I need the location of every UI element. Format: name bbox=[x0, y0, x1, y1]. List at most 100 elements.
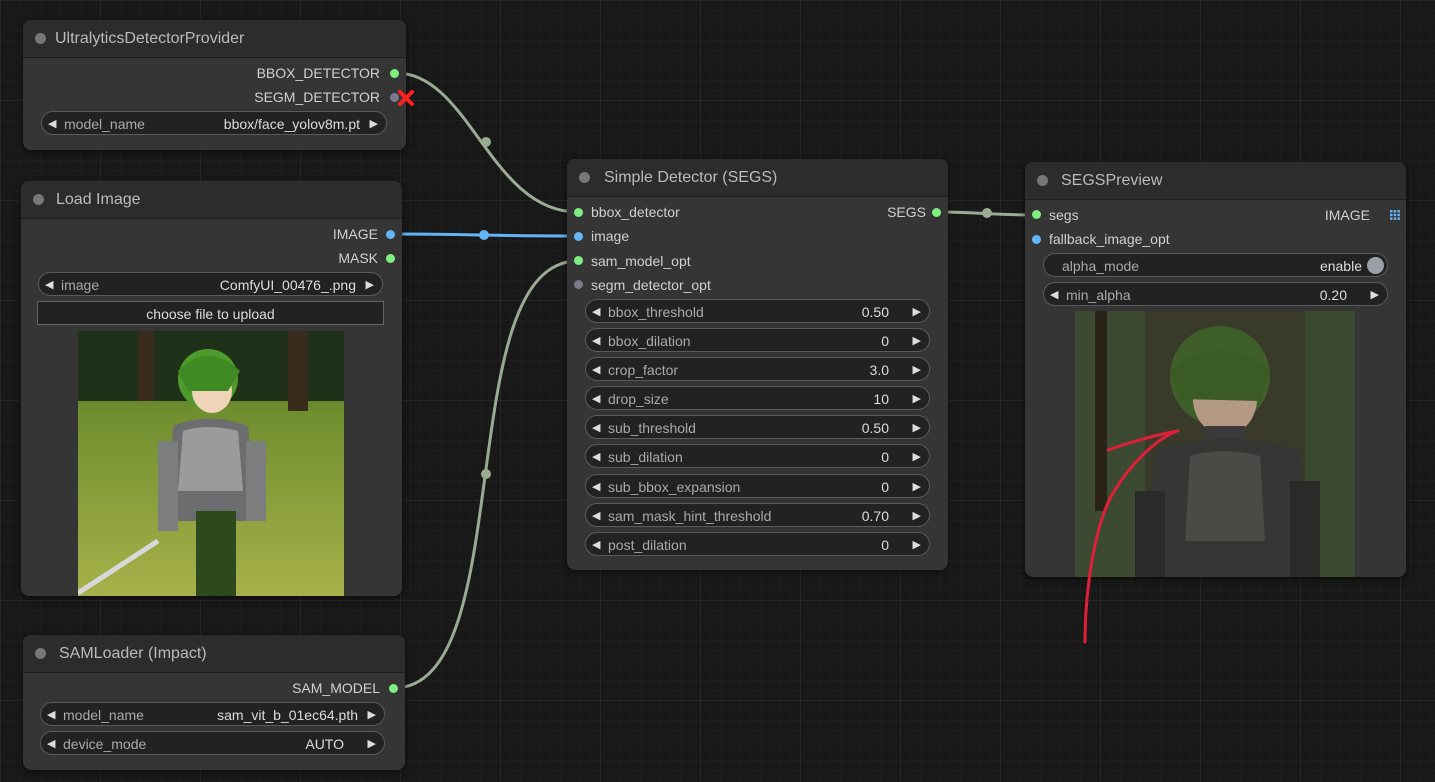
output-image[interactable]: IMAGE bbox=[333, 224, 378, 244]
increment-arrow-icon[interactable]: ▶ bbox=[370, 112, 378, 136]
widget-post-dilation[interactable]: ◀ post_dilation 0 ▶ bbox=[585, 532, 930, 556]
output-mask[interactable]: MASK bbox=[338, 248, 378, 268]
widget-drop-size[interactable]: ◀ drop_size 10 ▶ bbox=[585, 386, 930, 410]
decrement-arrow-icon[interactable]: ◀ bbox=[592, 416, 600, 440]
input-label: image bbox=[591, 228, 630, 244]
increment-arrow-icon[interactable]: ▶ bbox=[913, 445, 921, 469]
widget-sub-dilation[interactable]: ◀ sub_dilation 0 ▶ bbox=[585, 444, 930, 468]
decrement-arrow-icon[interactable]: ◀ bbox=[1050, 283, 1058, 307]
decrement-arrow-icon[interactable]: ◀ bbox=[45, 273, 53, 297]
increment-arrow-icon[interactable]: ▶ bbox=[913, 504, 921, 528]
input-bbox-detector[interactable]: bbox_detector bbox=[591, 202, 680, 222]
decrement-arrow-icon[interactable]: ◀ bbox=[592, 358, 600, 382]
link-segs-midpoint[interactable] bbox=[982, 208, 992, 218]
output-segm-detector[interactable]: SEGM_DETECTOR bbox=[254, 87, 380, 107]
node-title-bar[interactable]: Simple Detector (SEGS) bbox=[567, 159, 948, 197]
decrement-arrow-icon[interactable]: ◀ bbox=[592, 475, 600, 499]
node-title-bar[interactable]: Load Image bbox=[21, 181, 402, 219]
output-slot-icon[interactable] bbox=[389, 684, 398, 693]
link-image bbox=[390, 232, 579, 238]
input-slot-icon[interactable] bbox=[574, 256, 583, 265]
widget-crop-factor[interactable]: ◀ crop_factor 3.0 ▶ bbox=[585, 357, 930, 381]
widget-sam-mask-hint-threshold[interactable]: ◀ sam_mask_hint_threshold 0.70 ▶ bbox=[585, 503, 930, 527]
output-slot-icon[interactable] bbox=[390, 69, 399, 78]
widget-label: bbox_threshold bbox=[608, 304, 704, 320]
widget-bbox-threshold[interactable]: ◀ bbox_threshold 0.50 ▶ bbox=[585, 299, 930, 323]
output-label: SEGM_DETECTOR bbox=[254, 89, 380, 105]
widget-label: sub_threshold bbox=[608, 420, 696, 436]
input-slot-icon[interactable] bbox=[1032, 210, 1041, 219]
node-title-bar[interactable]: SAMLoader (Impact) bbox=[23, 635, 405, 673]
widget-model-name[interactable]: ◀ model_name sam_vit_b_01ec64.pth ▶ bbox=[40, 702, 385, 726]
increment-arrow-icon[interactable]: ▶ bbox=[366, 273, 374, 297]
increment-arrow-icon[interactable]: ▶ bbox=[913, 475, 921, 499]
widget-value: 0 bbox=[881, 449, 889, 465]
input-sam-model-opt[interactable]: sam_model_opt bbox=[591, 251, 691, 271]
output-slot-icon[interactable] bbox=[386, 254, 395, 263]
increment-arrow-icon[interactable]: ▶ bbox=[913, 358, 921, 382]
toggle-knob-icon[interactable] bbox=[1367, 257, 1384, 274]
output-segs[interactable]: SEGS bbox=[887, 202, 926, 222]
decrement-arrow-icon[interactable]: ◀ bbox=[48, 112, 56, 136]
link-segs bbox=[936, 210, 1038, 217]
increment-arrow-icon[interactable]: ▶ bbox=[913, 329, 921, 353]
increment-arrow-icon[interactable]: ▶ bbox=[913, 533, 921, 557]
widget-value: 3.0 bbox=[869, 362, 889, 378]
output-slot-icon[interactable] bbox=[386, 230, 395, 239]
output-slot-icon[interactable] bbox=[932, 208, 941, 217]
node-load-image[interactable]: Load Image IMAGE MASK ◀ image ComfyUI_00… bbox=[21, 181, 402, 596]
increment-arrow-icon[interactable]: ▶ bbox=[913, 387, 921, 411]
widget-alpha-mode-toggle[interactable]: alpha_mode enable bbox=[1043, 253, 1388, 277]
widget-image[interactable]: ◀ image ComfyUI_00476_.png ▶ bbox=[38, 272, 383, 296]
input-slot-icon[interactable] bbox=[1032, 235, 1041, 244]
decrement-arrow-icon[interactable]: ◀ bbox=[592, 387, 600, 411]
widget-sub-bbox-expansion[interactable]: ◀ sub_bbox_expansion 0 ▶ bbox=[585, 474, 930, 498]
widget-device-mode[interactable]: ◀ device_mode AUTO ▶ bbox=[40, 731, 385, 755]
input-segs[interactable]: segs bbox=[1049, 205, 1079, 225]
decrement-arrow-icon[interactable]: ◀ bbox=[592, 300, 600, 324]
widget-label: device_mode bbox=[63, 736, 147, 752]
widget-label: post_dilation bbox=[608, 537, 687, 553]
input-slot-icon[interactable] bbox=[574, 232, 583, 241]
increment-arrow-icon[interactable]: ▶ bbox=[1371, 283, 1379, 307]
node-title-bar[interactable]: UltralyticsDetectorProvider bbox=[23, 20, 406, 58]
output-bbox-detector[interactable]: BBOX_DETECTOR bbox=[257, 63, 380, 83]
link-sam-model-midpoint[interactable] bbox=[481, 469, 491, 479]
link-sam-model bbox=[393, 259, 579, 690]
widget-min-alpha[interactable]: ◀ min_alpha 0.20 ▶ bbox=[1043, 282, 1388, 306]
node-simple-detector[interactable]: Simple Detector (SEGS) bbox_detector ima… bbox=[567, 159, 948, 570]
increment-arrow-icon[interactable]: ▶ bbox=[913, 416, 921, 440]
output-label: SEGS bbox=[887, 204, 926, 220]
collapse-dot-icon[interactable] bbox=[1037, 175, 1048, 186]
widget-model-name[interactable]: ◀ model_name bbox/face_yolov8m.pt ▶ bbox=[41, 111, 387, 135]
input-slot-icon[interactable] bbox=[574, 208, 583, 217]
widget-bbox-dilation[interactable]: ◀ bbox_dilation 0 ▶ bbox=[585, 328, 930, 352]
input-segm-detector-opt[interactable]: segm_detector_opt bbox=[591, 275, 711, 295]
node-ultralytics-detector-provider[interactable]: UltralyticsDetectorProvider BBOX_DETECTO… bbox=[23, 20, 414, 150]
link-image-midpoint[interactable] bbox=[479, 230, 489, 240]
decrement-arrow-icon[interactable]: ◀ bbox=[592, 504, 600, 528]
decrement-arrow-icon[interactable]: ◀ bbox=[592, 445, 600, 469]
link-bbox-detector-midpoint[interactable] bbox=[481, 137, 491, 147]
increment-arrow-icon[interactable]: ▶ bbox=[368, 703, 376, 727]
decrement-arrow-icon[interactable]: ◀ bbox=[592, 329, 600, 353]
output-image[interactable]: IMAGE bbox=[1325, 205, 1370, 225]
list-output-grid-icon[interactable] bbox=[1390, 210, 1400, 220]
collapse-dot-icon[interactable] bbox=[579, 172, 590, 183]
choose-file-button[interactable]: choose file to upload bbox=[37, 301, 384, 325]
decrement-arrow-icon[interactable]: ◀ bbox=[592, 533, 600, 557]
decrement-arrow-icon[interactable]: ◀ bbox=[47, 732, 55, 756]
input-slot-icon[interactable] bbox=[574, 280, 583, 289]
collapse-dot-icon[interactable] bbox=[35, 33, 46, 44]
node-samloader[interactable]: SAMLoader (Impact) SAM_MODEL ◀ model_nam… bbox=[23, 635, 405, 770]
increment-arrow-icon[interactable]: ▶ bbox=[368, 732, 376, 756]
output-sam-model[interactable]: SAM_MODEL bbox=[292, 678, 380, 698]
increment-arrow-icon[interactable]: ▶ bbox=[913, 300, 921, 324]
input-fallback-image-opt[interactable]: fallback_image_opt bbox=[1049, 229, 1170, 249]
decrement-arrow-icon[interactable]: ◀ bbox=[47, 703, 55, 727]
collapse-dot-icon[interactable] bbox=[33, 194, 44, 205]
node-title-bar[interactable]: SEGSPreview bbox=[1025, 162, 1406, 200]
collapse-dot-icon[interactable] bbox=[35, 648, 46, 659]
input-image[interactable]: image bbox=[591, 226, 629, 246]
widget-sub-threshold[interactable]: ◀ sub_threshold 0.50 ▶ bbox=[585, 415, 930, 439]
